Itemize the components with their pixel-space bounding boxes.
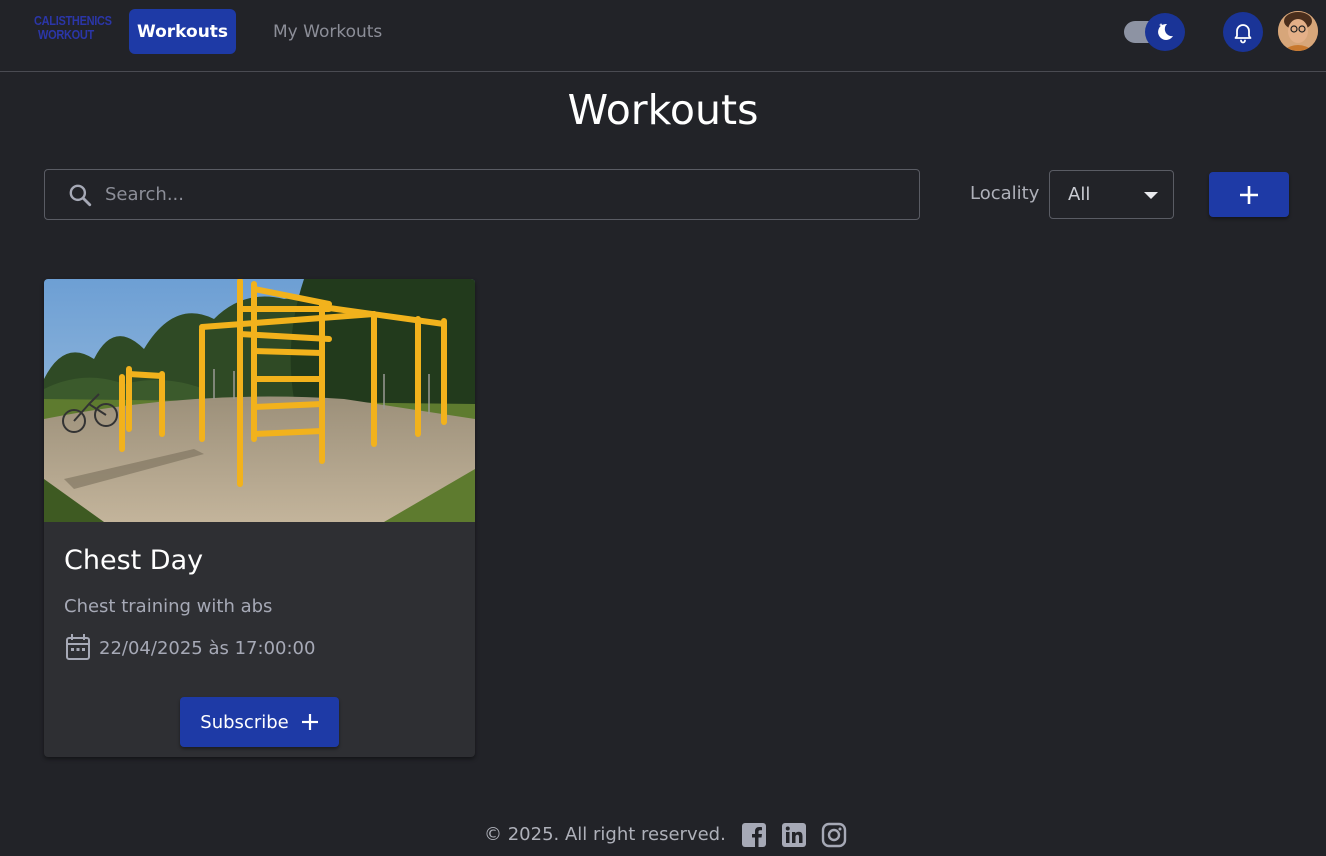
plus-icon: [301, 714, 318, 730]
moon-icon: [1158, 23, 1173, 40]
logo-line-2: WORKOUT: [38, 28, 94, 43]
page-title: Workouts: [567, 86, 759, 134]
subscribe-label: Subscribe: [200, 711, 289, 733]
workout-image: [44, 279, 475, 522]
locality-selected-value: All: [1068, 184, 1091, 205]
avatar-image: [1278, 11, 1318, 51]
notifications-button[interactable]: [1223, 12, 1263, 52]
workout-card: Chest Day Chest training with abs 22/04/…: [44, 279, 475, 757]
top-navbar: CALISTHENICS WORKOUT Workouts My Workout…: [0, 0, 1326, 72]
theme-toggle[interactable]: [1123, 12, 1185, 52]
subscribe-button[interactable]: Subscribe: [180, 697, 339, 747]
caret-down-icon: [1144, 192, 1158, 199]
nav-workouts[interactable]: Workouts: [129, 9, 236, 54]
search-box: [44, 169, 920, 220]
instagram-icon[interactable]: [821, 822, 847, 848]
locality-select[interactable]: All: [1049, 170, 1174, 219]
avatar[interactable]: [1278, 11, 1318, 51]
footer-copyright: © 2025. All right reserved.: [484, 824, 726, 845]
linkedin-icon[interactable]: [781, 822, 807, 848]
workout-datetime: 22/04/2025 às 17:00:00: [99, 638, 316, 659]
nav-my-workouts[interactable]: My Workouts: [258, 9, 397, 54]
workout-title: Chest Day: [64, 545, 204, 576]
facebook-icon[interactable]: [741, 822, 767, 848]
add-workout-button[interactable]: [1209, 172, 1289, 217]
toggle-knob: [1145, 13, 1185, 51]
logo-line-1: CALISTHENICS: [34, 14, 112, 29]
app-logo[interactable]: CALISTHENICS WORKOUT: [34, 14, 112, 50]
workout-description: Chest training with abs: [64, 596, 273, 617]
search-icon: [69, 184, 92, 207]
locality-label: Locality: [970, 183, 1040, 204]
bell-icon: [1234, 24, 1252, 44]
search-input[interactable]: [105, 170, 905, 219]
calendar-icon: [66, 634, 90, 660]
plus-icon: [1240, 185, 1258, 204]
